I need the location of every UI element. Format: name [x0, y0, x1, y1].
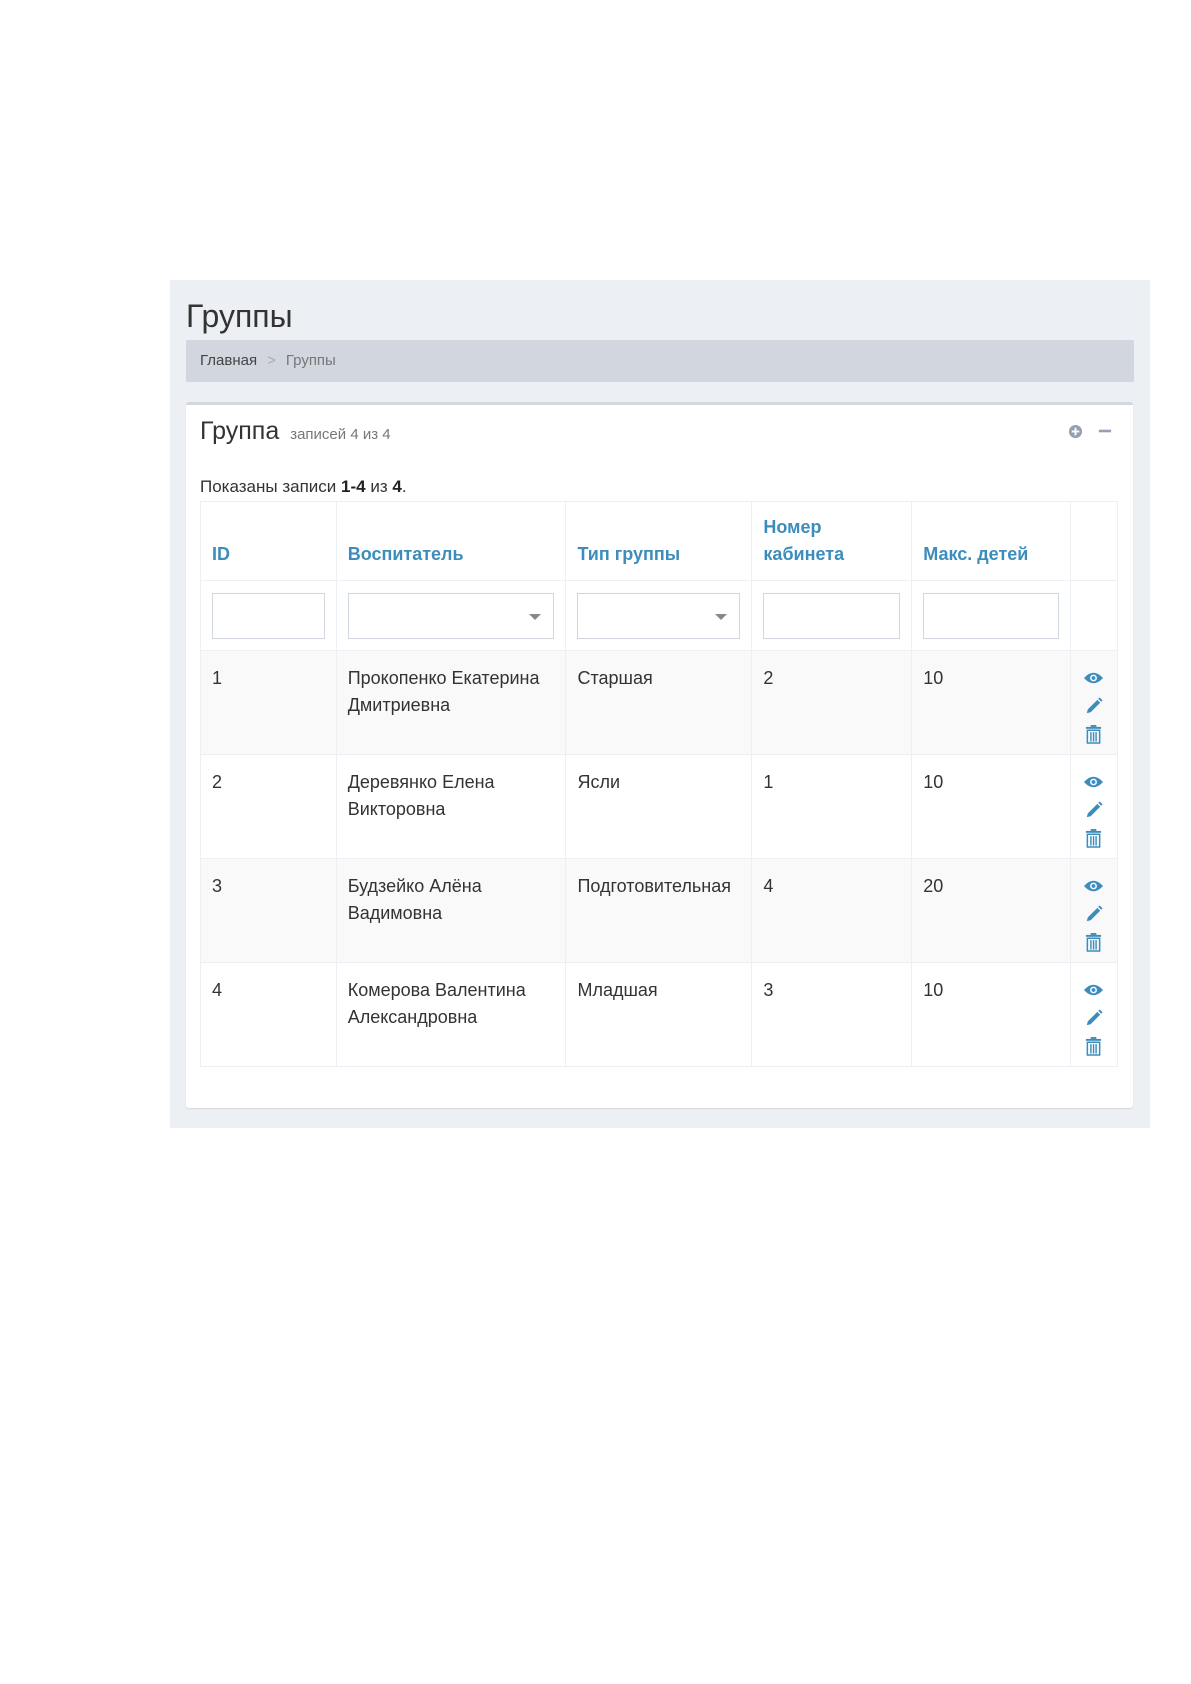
filter-cell — [335, 580, 567, 651]
cell-actions — [1069, 858, 1119, 963]
eye-icon[interactable] — [1083, 771, 1105, 793]
row-actions — [1082, 873, 1106, 953]
box-tools — [1067, 423, 1113, 439]
column-header-id[interactable]: ID — [200, 501, 337, 581]
cell-teacher: Комерова Валентина Александровна — [335, 962, 567, 1067]
pencil-icon[interactable] — [1083, 695, 1105, 717]
filter-cell — [751, 580, 913, 651]
pencil-icon[interactable] — [1083, 799, 1105, 821]
column-header-group-type[interactable]: Тип группы — [565, 501, 753, 581]
cell-max-children: 10 — [911, 754, 1071, 859]
row-actions — [1082, 977, 1106, 1057]
cell-max-children: 10 — [911, 962, 1071, 1067]
trash-icon[interactable] — [1083, 723, 1105, 745]
table-row: 2 Деревянко Елена Викторовна Ясли 1 10 — [200, 754, 1119, 859]
summary-text: Показаны записи 1-4 из 4. — [200, 477, 407, 497]
cell-teacher: Будзейко Алёна Вадимовна — [335, 858, 567, 963]
filter-cell — [911, 580, 1071, 651]
trash-icon[interactable] — [1083, 1035, 1105, 1057]
trash-icon[interactable] — [1083, 827, 1105, 849]
summary-prefix: Показаны записи — [200, 477, 337, 496]
plus-circle-icon[interactable] — [1067, 423, 1083, 439]
caret-down-icon — [715, 613, 728, 620]
cell-teacher: Деревянко Елена Викторовна — [335, 754, 567, 859]
summary-total: 4 — [392, 477, 402, 496]
cell-actions — [1069, 754, 1119, 859]
cell-group-type: Младшая — [565, 962, 753, 1067]
row-actions — [1082, 769, 1106, 849]
column-header-room[interactable]: Номер кабинета — [751, 501, 913, 581]
cell-group-type: Ясли — [565, 754, 753, 859]
box-title: Группа записей 4 из 4 — [200, 417, 391, 446]
cell-room: 2 — [751, 650, 913, 755]
breadcrumb-home-link[interactable]: Главная — [200, 340, 257, 382]
table-row: 3 Будзейко Алёна Вадимовна Подготовитель… — [200, 858, 1119, 963]
filter-cell — [565, 580, 753, 651]
filter-id-input[interactable] — [212, 592, 325, 639]
admin-screen: Группы Главная > Группы Группа записей 4… — [170, 280, 1150, 1128]
cell-room: 1 — [751, 754, 913, 859]
breadcrumb-separator: > — [267, 352, 276, 369]
breadcrumb: Главная > Группы — [186, 340, 1134, 382]
filter-teacher-select[interactable] — [347, 592, 555, 639]
column-header-max-children[interactable]: Макс. детей — [911, 501, 1071, 581]
filter-cell — [200, 580, 337, 651]
filter-group-type-select[interactable] — [577, 592, 741, 639]
groups-box: Группа записей 4 из 4 Показаны записи 1-… — [186, 402, 1133, 1108]
summary-middle: из — [370, 477, 388, 496]
cell-teacher: Прокопенко Екатерина Дмитриевна — [335, 650, 567, 755]
page-title: Группы — [186, 298, 293, 334]
filter-cell-empty — [1069, 580, 1119, 651]
breadcrumb-current: Группы — [285, 352, 336, 369]
filter-room-input[interactable] — [763, 592, 901, 639]
cell-id: 2 — [200, 754, 337, 859]
caret-down-icon — [529, 613, 542, 620]
cell-max-children: 20 — [911, 858, 1071, 963]
cell-room: 4 — [751, 858, 913, 963]
pencil-icon[interactable] — [1083, 1007, 1105, 1029]
summary-suffix: . — [401, 477, 407, 496]
cell-actions — [1069, 962, 1119, 1067]
table-row: 1 Прокопенко Екатерина Дмитриевна Старша… — [200, 650, 1119, 755]
minus-icon[interactable] — [1097, 423, 1113, 439]
summary-range: 1-4 — [341, 477, 366, 496]
cell-room: 3 — [751, 962, 913, 1067]
row-actions — [1082, 665, 1106, 745]
cell-id: 1 — [200, 650, 337, 755]
cell-group-type: Старшая — [565, 650, 753, 755]
filter-max-children-input[interactable] — [923, 592, 1059, 639]
cell-id: 3 — [200, 858, 337, 963]
box-header: Группа записей 4 из 4 — [186, 405, 1133, 455]
cell-actions — [1069, 650, 1119, 755]
cell-group-type: Подготовительная — [565, 858, 753, 963]
eye-icon[interactable] — [1083, 875, 1105, 897]
trash-icon[interactable] — [1083, 931, 1105, 953]
filter-row — [200, 580, 1119, 651]
eye-icon[interactable] — [1083, 979, 1105, 1001]
column-header-actions — [1069, 501, 1119, 581]
eye-icon[interactable] — [1083, 667, 1105, 689]
table-header-row: ID Воспитатель Тип группы Номер кабинета… — [200, 501, 1119, 581]
column-header-teacher[interactable]: Воспитатель — [335, 501, 567, 581]
cell-id: 4 — [200, 962, 337, 1067]
groups-table: ID Воспитатель Тип группы Номер кабинета… — [200, 501, 1119, 1067]
box-subtitle: записей 4 из 4 — [290, 426, 391, 443]
box-title-text: Группа — [200, 417, 280, 445]
table-row: 4 Комерова Валентина Александровна Младш… — [200, 962, 1119, 1067]
cell-max-children: 10 — [911, 650, 1071, 755]
pencil-icon[interactable] — [1083, 903, 1105, 925]
